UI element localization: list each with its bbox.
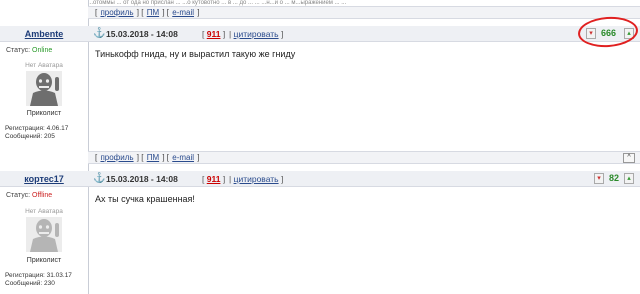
reg-date: 31.03.17 bbox=[46, 272, 72, 279]
post-actions-bar: [ профиль ] [ ПМ ] [ e-mail ] ^ bbox=[88, 151, 640, 164]
post-number-link[interactable]: 911 bbox=[207, 174, 221, 184]
post-text: Ах ты сучка крашенная! bbox=[95, 194, 195, 204]
messages-count: 205 bbox=[44, 133, 55, 140]
profile-link[interactable]: профиль bbox=[100, 153, 133, 162]
no-avatar-label: Нет Аватара bbox=[25, 62, 63, 69]
post-date: 15.03.2018 - 14:08 bbox=[106, 29, 178, 39]
user-registration: Регистрация: 31.03.17 Сообщений: 230 bbox=[5, 272, 72, 288]
post-actions-links: [ профиль ] [ ПМ ] [ e-mail ] bbox=[95, 8, 200, 17]
forum-post: Ambente Статус: Online Нет Аватара Прико bbox=[0, 26, 640, 151]
status-value: Online bbox=[32, 47, 53, 54]
post-rating: ▾ 82 ▴ bbox=[594, 173, 636, 185]
user-rank: Приколист bbox=[26, 110, 62, 117]
pm-link[interactable]: ПМ bbox=[147, 153, 159, 162]
post-number: [ 911 ] bbox=[202, 174, 226, 184]
post-header: ⚓ 15.03.2018 - 14:08 [ 911 ] | цитироват… bbox=[88, 26, 640, 42]
post-date: 15.03.2018 - 14:08 bbox=[106, 174, 178, 184]
no-avatar-label: Нет Аватара bbox=[25, 208, 63, 215]
rating-value: 82 bbox=[609, 173, 620, 183]
anchor-icon[interactable]: ⚓ bbox=[93, 29, 105, 39]
status-value: Offline bbox=[32, 192, 53, 199]
user-header: Ambente bbox=[0, 26, 88, 42]
reg-label: Регистрация: bbox=[5, 125, 45, 132]
user-registration: Регистрация: 4.06.17 Сообщений: 205 bbox=[5, 125, 68, 141]
user-rank: Приколист bbox=[26, 257, 62, 264]
user-status: Статус: Offline bbox=[6, 192, 52, 199]
post-number-link[interactable]: 911 bbox=[207, 29, 221, 39]
quote-link[interactable]: цитировать bbox=[234, 174, 279, 184]
username-link[interactable]: кортес17 bbox=[0, 174, 88, 184]
arrow-up-icon[interactable]: ^ bbox=[623, 153, 635, 163]
forum-page: ...отоммы ... от ода но прислан ... ...о… bbox=[0, 0, 640, 294]
anchor-icon[interactable]: ⚓ bbox=[93, 174, 105, 184]
avatar-placeholder-icon bbox=[26, 217, 62, 252]
messages-label: Сообщений: bbox=[5, 133, 43, 140]
post-header: ⚓ 15.03.2018 - 14:08 [ 911 ] | цитироват… bbox=[88, 171, 640, 187]
status-label: Статус: bbox=[6, 47, 31, 54]
user-header: кортес17 bbox=[0, 171, 88, 187]
post-text: Тинькофф гнида, ну и вырастил такую же г… bbox=[95, 49, 296, 59]
user-panel: Ambente Статус: Online Нет Аватара Прико bbox=[0, 26, 88, 151]
username-link[interactable]: Ambente bbox=[0, 29, 88, 39]
user-panel: кортес17 Статус: Offline Нет Аватара При bbox=[0, 171, 88, 294]
thumb-up-icon[interactable]: ▴ bbox=[624, 173, 634, 184]
forum-post: кортес17 Статус: Offline Нет Аватара При bbox=[0, 171, 640, 294]
thumb-down-icon[interactable]: ▾ bbox=[594, 173, 604, 184]
quote-control: | цитировать ] bbox=[229, 174, 284, 184]
reg-label: Регистрация: bbox=[5, 272, 45, 279]
status-label: Статус: bbox=[6, 192, 31, 199]
pm-link[interactable]: ПМ bbox=[147, 8, 159, 17]
profile-link[interactable]: профиль bbox=[100, 8, 133, 17]
email-link[interactable]: e-mail bbox=[172, 153, 194, 162]
messages-label: Сообщений: bbox=[5, 280, 43, 287]
quote-link[interactable]: цитировать bbox=[234, 29, 279, 39]
post-number: [ 911 ] bbox=[202, 29, 226, 39]
avatar-placeholder-icon bbox=[26, 71, 62, 106]
email-link[interactable]: e-mail bbox=[172, 8, 194, 17]
messages-count: 230 bbox=[44, 280, 55, 287]
avatar: Нет Аватара bbox=[20, 62, 68, 106]
reg-date: 4.06.17 bbox=[46, 125, 69, 132]
quote-control: | цитировать ] bbox=[229, 29, 284, 39]
post-actions-bar: [ профиль ] [ ПМ ] [ e-mail ] bbox=[88, 6, 640, 19]
user-status: Статус: Online bbox=[6, 47, 52, 54]
avatar: Нет Аватара bbox=[20, 208, 68, 252]
post-actions-links: [ профиль ] [ ПМ ] [ e-mail ] bbox=[95, 153, 200, 162]
